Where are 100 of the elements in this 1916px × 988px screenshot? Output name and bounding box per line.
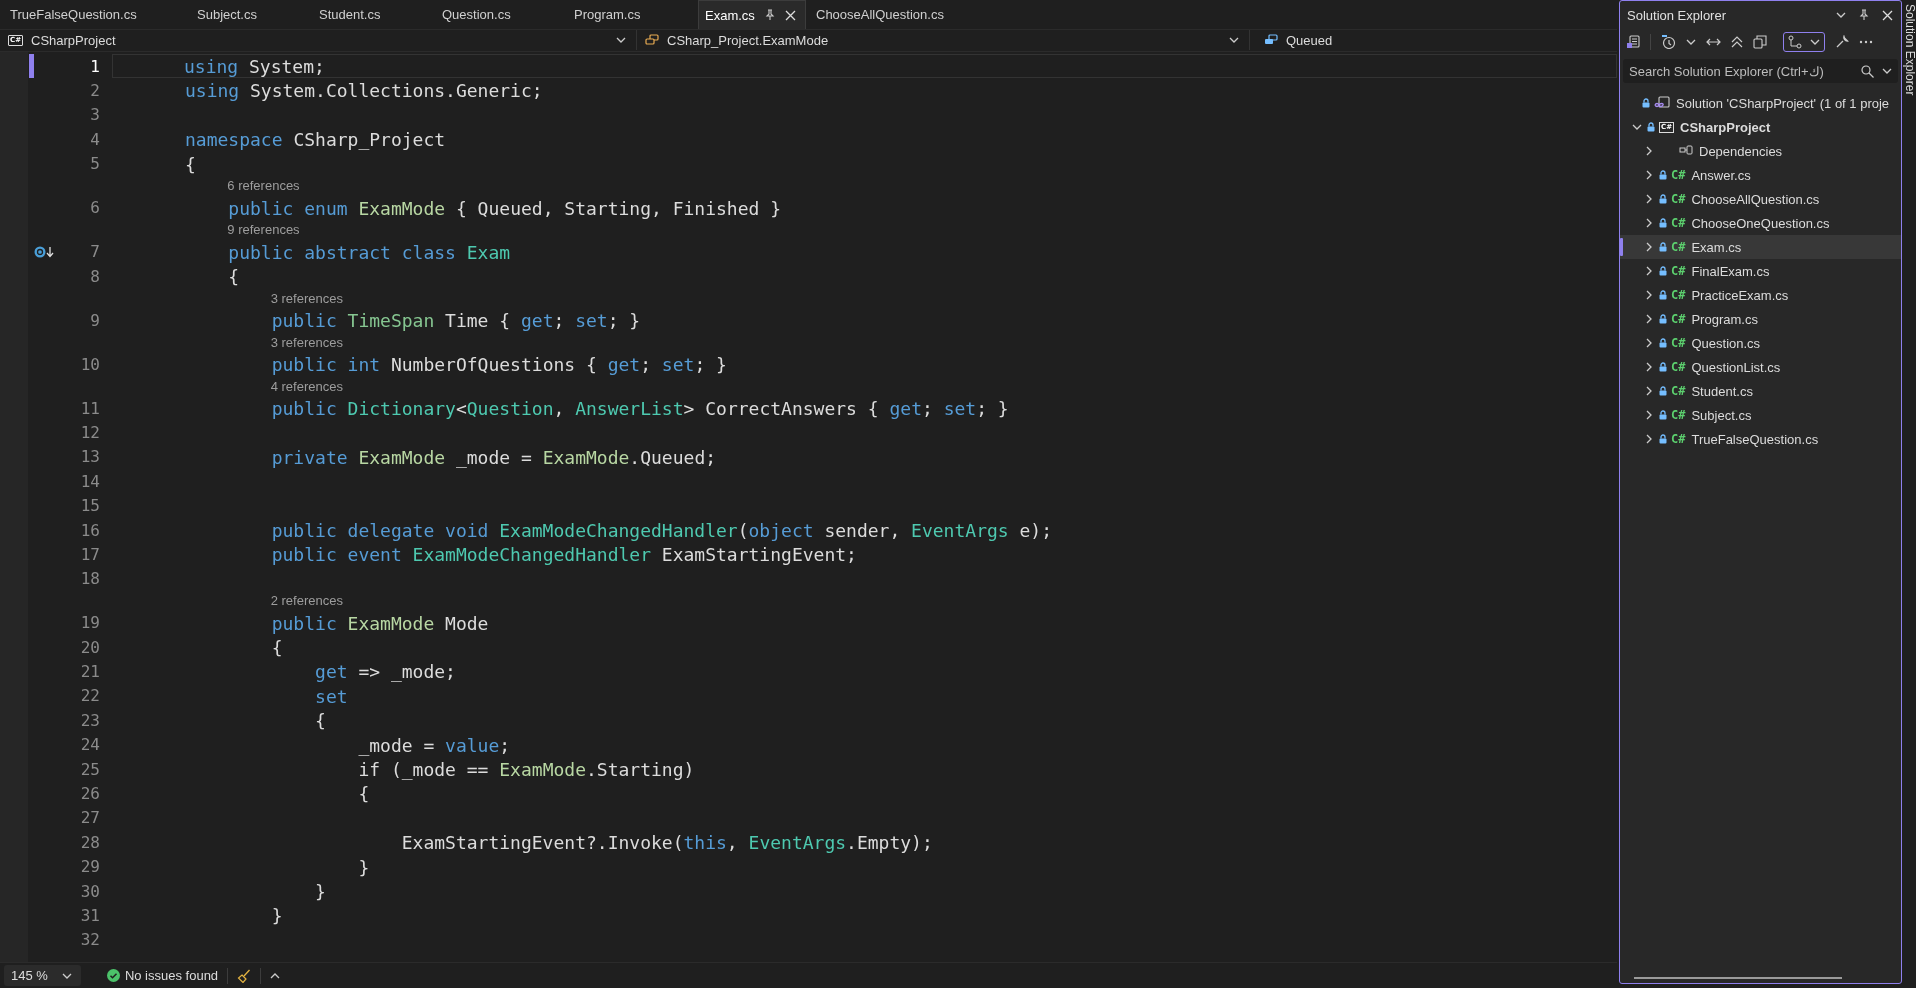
file-tab[interactable]: Exam.cs [698, 0, 806, 29]
code-line: namespace CSharp_Project [184, 128, 447, 152]
csharp-file-icon: C# [1671, 192, 1686, 206]
code-line: public delegate void ExamModeChangedHandler(object sender, EventArgs e); [270, 518, 1053, 543]
tree-item[interactable]: C# ChooseOneQuestion.cs [1620, 211, 1901, 235]
tree-item[interactable]: C# Exam.cs [1620, 235, 1901, 259]
references-link[interactable]: 3 references [270, 334, 343, 350]
pin-icon[interactable] [763, 9, 776, 21]
member-dropdown[interactable]: Queued [1250, 30, 1617, 50]
pin-icon[interactable] [1858, 9, 1870, 21]
history-icon[interactable] [1661, 35, 1676, 49]
line-number: 1 [89, 56, 100, 76]
circle-arrow-icon[interactable] [34, 244, 56, 259]
csharp-file-icon: C# [1671, 288, 1686, 302]
chevron-right-icon[interactable] [1646, 290, 1652, 300]
more-icon[interactable] [1859, 40, 1873, 44]
line-number: 23 [79, 710, 100, 730]
file-tab[interactable]: Subject.cs [187, 0, 309, 29]
broom-icon[interactable] [237, 968, 252, 983]
sync-arrows-icon[interactable] [1706, 37, 1721, 47]
chevron-right-icon[interactable] [1646, 410, 1652, 420]
tree-item[interactable]: C# Student.cs [1620, 379, 1901, 403]
chevron-down-icon[interactable] [1882, 68, 1892, 74]
chevron-right-icon[interactable] [1646, 146, 1652, 156]
line-number: 11 [79, 398, 100, 418]
tree-item[interactable]: C# QuestionList.cs [1620, 355, 1901, 379]
tree-item[interactable]: Dependencies [1620, 139, 1901, 163]
csharp-file-icon: C# [1671, 312, 1686, 326]
tree-item[interactable]: C# PracticeExam.cs [1620, 283, 1901, 307]
chevron-down-icon[interactable] [1632, 124, 1642, 130]
issues-indicator[interactable]: No issues found [106, 968, 219, 983]
chevron-down-icon [61, 972, 72, 979]
references-link[interactable]: 6 references [227, 178, 300, 194]
line-number: 25 [79, 759, 100, 779]
panel-title: Solution Explorer [1627, 7, 1727, 23]
search-field[interactable]: Search Solution Explorer (Ctrl+ك) [1623, 59, 1898, 83]
copy-pages-icon[interactable] [1753, 35, 1767, 49]
references-link[interactable]: 2 references [270, 593, 343, 609]
file-tab[interactable]: Student.cs [309, 0, 432, 29]
code-line: public int NumberOfQuestions { get; set; } [270, 352, 728, 377]
tree-item[interactable]: C# TrueFalseQuestion.cs [1620, 427, 1901, 451]
check-circle-icon [106, 969, 120, 982]
line-number: 17 [79, 544, 100, 564]
tree-item[interactable]: C# FinalExam.cs [1620, 259, 1901, 283]
chevron-right-icon[interactable] [1646, 434, 1652, 444]
type-dropdown[interactable]: CSharp_Project.ExamMode [637, 30, 1250, 50]
code-line: get => _mode; [314, 660, 457, 684]
line-number: 9 [89, 310, 100, 330]
tree-item[interactable]: C# Answer.cs [1620, 163, 1901, 187]
tree-item[interactable]: C# ChooseAllQuestion.cs [1620, 187, 1901, 211]
line-number: 7 [89, 242, 100, 262]
file-tab[interactable]: ChooseAllQuestion.cs [806, 0, 956, 29]
tree-item[interactable]: C# Program.cs [1620, 307, 1901, 331]
csharp-file-icon: C# [1671, 168, 1686, 182]
tree-item[interactable]: Solution 'CSharpProject' (1 of 1 proje [1620, 91, 1901, 115]
line-number: 31 [79, 905, 100, 925]
chevron-right-icon[interactable] [1646, 194, 1652, 204]
chevron-down-icon [616, 37, 626, 43]
tree-item[interactable]: C# Subject.cs [1620, 403, 1901, 427]
switch-views-icon[interactable] [1626, 35, 1640, 49]
chevron-down-icon[interactable] [1836, 12, 1846, 18]
line-number: 8 [89, 266, 100, 286]
tree-filter-button[interactable] [1783, 32, 1825, 52]
line-number: 30 [79, 881, 100, 901]
chevron-right-icon[interactable] [1646, 314, 1652, 324]
chevron-right-icon[interactable] [1646, 242, 1652, 252]
file-tab[interactable]: Question.cs [432, 0, 564, 29]
chevron-right-icon[interactable] [1646, 362, 1652, 372]
chevron-right-icon[interactable] [1646, 170, 1652, 180]
line-number: 20 [79, 637, 100, 657]
code-line: { [357, 782, 371, 806]
csharp-file-icon: C# [1671, 408, 1686, 422]
close-icon[interactable] [784, 9, 796, 21]
chevron-down-icon [1229, 37, 1239, 43]
code-line: ExamStartingEvent?.Invoke(this, EventArgs.Empty); [400, 831, 934, 855]
dependencies-icon [1679, 145, 1693, 157]
csharp-file-icon: C# [1671, 432, 1686, 446]
chevron-right-icon[interactable] [1646, 338, 1652, 348]
references-link[interactable]: 9 references [227, 222, 300, 238]
caret-up-icon[interactable] [270, 972, 281, 979]
references-link[interactable]: 4 references [270, 378, 343, 394]
zoom-dropdown[interactable]: 145 % [4, 965, 81, 986]
file-tab[interactable]: Program.cs [564, 0, 698, 29]
csharp-file-icon: C# [1671, 264, 1686, 278]
file-tab[interactable]: TrueFalseQuestion.cs [0, 0, 187, 29]
chevron-right-icon[interactable] [1646, 386, 1652, 396]
chevron-down-icon[interactable] [1686, 39, 1696, 45]
scrollbar[interactable] [1634, 977, 1842, 979]
line-number: 4 [89, 129, 100, 149]
chevron-right-icon[interactable] [1646, 218, 1652, 228]
code-line: public TimeSpan Time { get; set; } [270, 308, 642, 333]
references-link[interactable]: 3 references [270, 290, 343, 306]
chevron-right-icon[interactable] [1646, 266, 1652, 276]
code-line: _mode = value; [357, 733, 512, 757]
tree-item[interactable]: C# Question.cs [1620, 331, 1901, 355]
close-icon[interactable] [1882, 9, 1893, 21]
collapse-all-icon[interactable] [1731, 36, 1743, 48]
code-line: public Dictionary<Question, AnswerList> CorrectAnswers { get; set; } [270, 396, 1010, 421]
wrench-icon[interactable] [1835, 35, 1849, 49]
search-icon[interactable] [1861, 64, 1874, 78]
